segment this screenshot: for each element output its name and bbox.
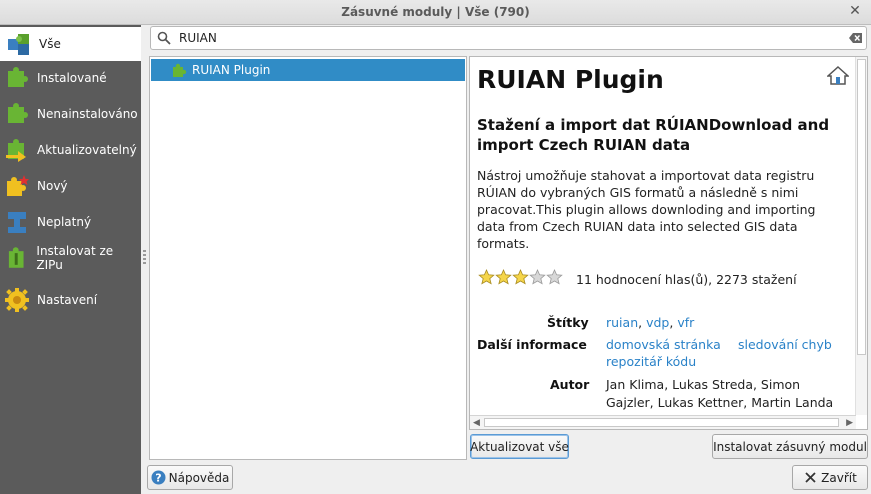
search-icon [157, 31, 171, 45]
close-button-label: Zavřít [821, 470, 857, 485]
bug-tracker-link-text[interactable]: sledování chyb [738, 337, 832, 352]
more-info-label: Další informace [477, 337, 587, 352]
home-icon[interactable] [827, 65, 849, 85]
upgrade-all-button[interactable]: Aktualizovat vše [470, 434, 569, 459]
sidebar: Vše Instalované Nenainstalováno Aktualiz… [0, 25, 141, 494]
sidebar-item-label: Nastavení [37, 293, 98, 307]
install-plugin-button[interactable]: Instalovat zásuvný modul [712, 434, 868, 459]
scrollbar-thumb[interactable] [484, 418, 839, 427]
sidebar-item-label: Neplatný [37, 215, 92, 229]
homepage-link-text[interactable]: domovská stránka [606, 337, 721, 352]
rating-text: 11 hodnocení hlas(ů), 2273 stažení [576, 272, 797, 287]
scroll-left-icon[interactable]: ◀ [473, 418, 480, 428]
details-horizontal-scrollbar[interactable]: ◀ ▶ [470, 415, 856, 429]
close-icon [805, 472, 816, 483]
sidebar-item-all[interactable]: Vše [0, 27, 141, 61]
tag-link[interactable]: vfr [677, 315, 694, 330]
repository-link-text[interactable]: repozitář kódu [606, 354, 696, 369]
star-empty-icon [546, 269, 563, 285]
sidebar-item-install-zip[interactable]: Instalovat ze ZIPu [0, 241, 141, 275]
plugin-icon [173, 63, 187, 77]
star-filled-icon [512, 269, 529, 285]
help-button-label: Nápověda [168, 470, 230, 485]
scroll-right-icon[interactable]: ▶ [846, 418, 853, 428]
sidebar-item-installed[interactable]: Instalované [0, 61, 141, 95]
sidebar-item-settings[interactable]: Nastavení [0, 283, 141, 317]
upgradeable-icon [6, 139, 26, 162]
svg-text:?: ? [155, 472, 161, 485]
help-button[interactable]: ? Nápověda [147, 465, 233, 490]
sidebar-item-label: Instalovat ze ZIPu [36, 244, 114, 272]
authors-line-1: Jan Klima, Lukas Streda, Simon [606, 377, 801, 392]
close-button[interactable]: Zavřít [792, 465, 868, 490]
window-title: Zásuvné moduly | Vše (790) [341, 5, 530, 19]
invalid-icon [8, 212, 26, 233]
details-vertical-scrollbar[interactable] [855, 57, 867, 415]
title-bar: Zásuvné moduly | Vše (790) ✕ [0, 0, 871, 25]
authors-line-2: Gajzler, Lukas Kettner, Martin Landa [606, 395, 834, 410]
sidebar-item-upgradeable[interactable]: Aktualizovatelný [0, 133, 141, 167]
star-filled-icon [495, 269, 512, 285]
splitter-handle[interactable] [143, 250, 146, 264]
tag-link[interactable]: vdp [646, 315, 669, 330]
window-close-button[interactable]: ✕ [847, 3, 863, 19]
zip-install-icon [8, 247, 24, 268]
plugin-list: RUIAN Plugin [149, 56, 467, 460]
sidebar-item-label: Instalované [37, 71, 107, 85]
plugin-subtitle: Stažení a import dat RÚIANDownload and i… [477, 116, 830, 154]
repository-link: repozitář kódu [606, 354, 696, 369]
list-item[interactable]: RUIAN Plugin [151, 59, 465, 81]
clear-search-icon[interactable] [849, 32, 863, 44]
tags-list: ruian, vdp, vfr [606, 315, 695, 330]
star-empty-icon [529, 269, 546, 285]
installed-icon [8, 67, 28, 87]
sidebar-item-label: Aktualizovatelný [37, 143, 137, 157]
rating-stars [478, 269, 563, 285]
tags-label: Štítky [547, 315, 589, 330]
sidebar-item-new[interactable]: Nový [0, 169, 141, 203]
author-label: Autor [550, 377, 590, 392]
plugin-title: RUIAN Plugin [477, 65, 664, 94]
all-plugins-icon [8, 34, 29, 55]
new-icon [7, 175, 29, 196]
search-input[interactable]: RUIAN [150, 26, 867, 50]
tag-link[interactable]: ruian [606, 315, 638, 330]
search-value: RUIAN [179, 31, 217, 45]
homepage-link: domovská stránka [606, 337, 721, 352]
scrollbar-thumb[interactable] [857, 59, 866, 355]
help-icon: ? [151, 470, 166, 485]
sidebar-item-invalid[interactable]: Neplatný [0, 205, 141, 239]
star-filled-icon [478, 269, 495, 285]
plugin-description: Nástroj umožňuje stahovat a importovat d… [477, 168, 816, 251]
plugin-details-panel: RUIAN Plugin Stažení a import dat RÚIAND… [469, 56, 868, 430]
bug-tracker-link: sledování chyb [738, 337, 832, 352]
sidebar-item-not-installed[interactable]: Nenainstalováno [0, 97, 141, 131]
settings-gear-icon [5, 288, 29, 312]
not-installed-icon [8, 103, 28, 123]
sidebar-item-label: Nový [37, 179, 68, 193]
sidebar-item-label: Vše [39, 37, 61, 51]
sidebar-item-label: Nenainstalováno [37, 107, 138, 121]
plugin-name: RUIAN Plugin [192, 63, 271, 77]
